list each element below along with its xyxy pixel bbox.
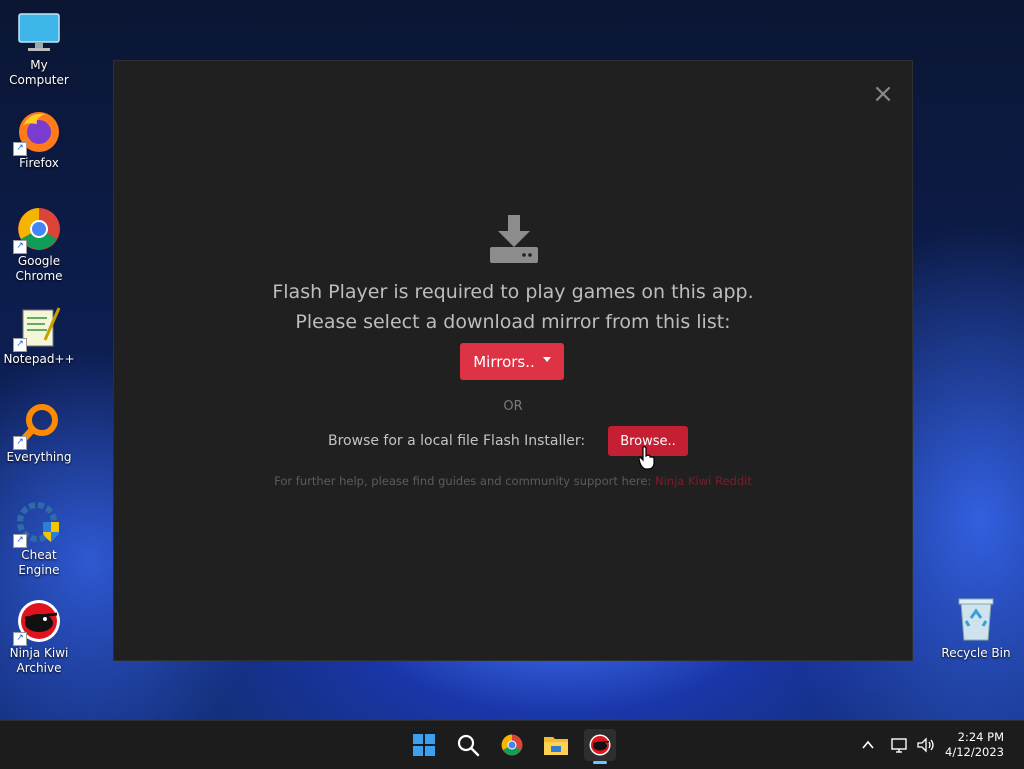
mirrors-button-label: Mirrors..: [473, 352, 535, 371]
volume-icon[interactable]: [916, 721, 936, 769]
taskbar-clock[interactable]: 2:24 PM 4/12/2023: [945, 730, 1004, 760]
ninja-kiwi-link[interactable]: Ninja Kiwi: [655, 474, 711, 488]
shortcut-arrow-icon: ↗: [13, 338, 27, 352]
tray-overflow-chevron-icon[interactable]: [860, 721, 876, 769]
chrome-icon: [501, 734, 523, 756]
hand-cursor-icon: [638, 446, 656, 474]
shortcut-arrow-icon: ↗: [13, 240, 27, 254]
desktop-icon-notepadpp[interactable]: ↗ Notepad++: [0, 298, 78, 367]
desktop-icon-ninja-kiwi[interactable]: ↗ Ninja Kiwi Archive: [0, 592, 78, 676]
desktop-icon-label: Firefox: [19, 156, 59, 170]
search-icon: [457, 734, 480, 757]
desktop-icon-cheat-engine[interactable]: ↗ Cheat Engine: [0, 494, 78, 578]
shortcut-arrow-icon: ↗: [13, 632, 27, 646]
search-magnifier-icon: ↗: [13, 402, 63, 450]
taskbar-ninja-kiwi-button[interactable]: [584, 729, 616, 761]
desktop-icon-chrome[interactable]: ↗ Google Chrome: [0, 200, 78, 284]
desktop-icon-label: Everything: [6, 450, 72, 464]
desktop-icon-label: Notepad++: [3, 352, 75, 366]
help-text-prefix: For further help, please find guides and…: [274, 474, 652, 488]
cheat-engine-icon: ↗: [13, 500, 63, 548]
folder-icon: [544, 737, 568, 755]
chrome-icon: ↗: [13, 206, 63, 254]
ninja-kiwi-icon: ↗: [13, 598, 63, 646]
desktop-icon-everything[interactable]: ↗ Everything: [0, 396, 78, 465]
taskbar: 2:24 PM 4/12/2023: [0, 720, 1024, 769]
mirrors-dropdown-button[interactable]: Mirrors..: [460, 343, 564, 380]
shortcut-arrow-icon: ↗: [13, 142, 27, 156]
caret-down-icon: [542, 357, 551, 362]
shortcut-arrow-icon: ↗: [13, 534, 27, 548]
ninja-kiwi-icon: [589, 734, 611, 756]
desktop-icon-label: Cheat Engine: [18, 548, 60, 577]
select-mirror-message: Please select a download mirror from thi…: [295, 311, 731, 333]
desktop-icon-firefox[interactable]: ↗ Firefox: [0, 102, 78, 171]
monitor-icon: [15, 10, 63, 56]
active-app-indicator: [593, 761, 607, 764]
taskbar-start-button[interactable]: [408, 729, 440, 761]
recycle-bin-icon: [956, 596, 996, 642]
download-icon: [488, 213, 540, 265]
or-separator: OR: [503, 399, 523, 414]
desktop-icon-my-computer[interactable]: My Computer: [0, 4, 78, 88]
flash-required-dialog: × Flash Player is required to play games…: [113, 60, 913, 661]
flash-required-message: Flash Player is required to play games o…: [272, 281, 754, 303]
firefox-icon: ↗: [13, 108, 63, 156]
notepadpp-icon: ↗: [13, 304, 63, 352]
clock-date: 4/12/2023: [945, 745, 1004, 759]
reddit-link[interactable]: Reddit: [715, 474, 752, 488]
shortcut-arrow-icon: ↗: [13, 436, 27, 450]
desktop-icon-label: My Computer: [9, 58, 69, 87]
help-text: For further help, please find guides and…: [114, 474, 912, 488]
desktop-icon-recycle-bin[interactable]: Recycle Bin: [940, 596, 1012, 660]
browse-label: Browse for a local file Flash Installer:: [328, 433, 586, 449]
close-icon[interactable]: ×: [872, 81, 894, 107]
desktop-icon-label: Ninja Kiwi Archive: [9, 646, 69, 675]
taskbar-chrome-button[interactable]: [496, 729, 528, 761]
network-icon[interactable]: [890, 721, 910, 769]
taskbar-search-button[interactable]: [452, 729, 484, 761]
windows-start-icon: [413, 734, 435, 756]
desktop-icon-label: Google Chrome: [15, 254, 63, 283]
desktop-icon-label: Recycle Bin: [941, 646, 1011, 660]
taskbar-file-explorer-button[interactable]: [540, 729, 572, 761]
clock-time: 2:24 PM: [957, 730, 1004, 744]
